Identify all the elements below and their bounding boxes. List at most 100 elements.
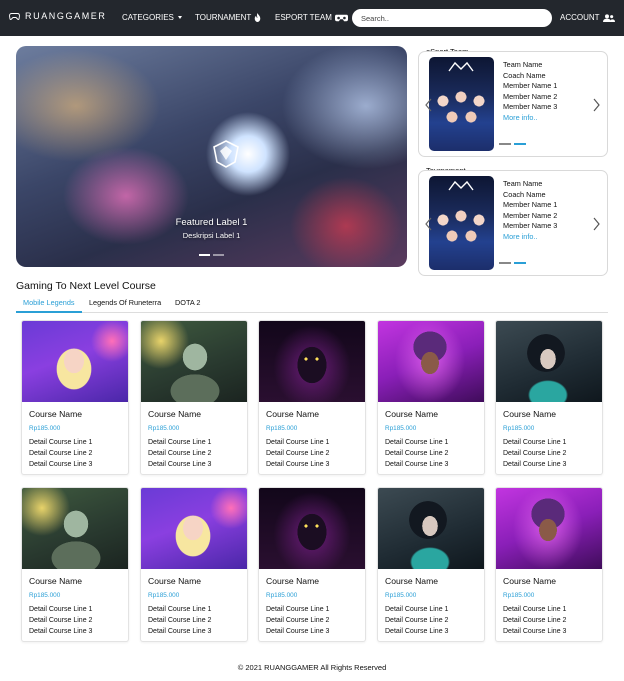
footer-copyright: © 2021 RUANGGAMER All Rights Reserved <box>237 663 387 672</box>
member-name: Member Name 3 <box>503 221 558 231</box>
course-price: Rp185.000 <box>29 592 61 599</box>
course-details: Detail Course Line 1 Detail Course Line 2… <box>266 605 329 637</box>
panel-indicator-1[interactable] <box>499 262 511 264</box>
panel-indicator-2[interactable] <box>514 262 526 264</box>
game-tabs: Mobile Legends Legends Of Runeterra DOTA… <box>16 295 608 313</box>
course-name[interactable]: Course Name <box>266 409 319 419</box>
course-price: Rp185.000 <box>29 425 61 432</box>
course-thumbnail[interactable] <box>259 321 365 402</box>
more-info-link[interactable]: More info.. <box>503 232 557 243</box>
course-detail-line: Detail Course Line 2 <box>29 616 93 624</box>
course-thumbnail[interactable] <box>496 321 602 402</box>
course-detail-line: Detail Course Line 2 <box>29 449 93 457</box>
course-detail-line: Detail Course Line 3 <box>266 627 330 635</box>
carousel-indicator-1[interactable] <box>199 254 210 256</box>
course-detail-line: Detail Course Line 1 <box>385 606 449 613</box>
member-name: Member Name 1 <box>503 200 558 210</box>
course-card[interactable]: Course Name Rp185.000 Detail Course Line 1… <box>21 320 129 475</box>
course-thumbnail[interactable] <box>22 488 128 569</box>
panel-indicator-1[interactable] <box>499 143 511 145</box>
course-name[interactable]: Course Name <box>503 576 556 586</box>
carousel-description: Deskripsi Label 1 <box>182 231 241 240</box>
nav-categories[interactable]: CATEGORIES <box>122 13 182 22</box>
chevron-down-icon <box>177 16 182 19</box>
esport-team-details: Team Name Coach Name Member Name 1 Membe… <box>503 60 557 124</box>
course-detail-line: Detail Course Line 2 <box>148 616 212 624</box>
course-detail-line: Detail Course Line 1 <box>503 439 567 446</box>
coach-name: Coach Name <box>503 70 546 80</box>
active-tab-indicator <box>16 311 82 313</box>
team-name: Team Name <box>503 179 543 188</box>
chevron-left-icon[interactable] <box>424 217 434 231</box>
panel-indicator-2[interactable] <box>514 143 526 145</box>
course-name[interactable]: Course Name <box>148 576 201 586</box>
course-card[interactable]: Course Name Rp185.000 Detail Course Line 1… <box>495 487 603 642</box>
course-card[interactable]: Course Name Rp185.000 Detail Course Line 1… <box>495 320 603 475</box>
course-thumbnail[interactable] <box>378 488 484 569</box>
tab-dota-2[interactable]: DOTA 2 <box>175 298 200 307</box>
nav-tournament-label: TOURNAMENT <box>195 13 252 22</box>
tab-legends-of-runeterra[interactable]: Legends Of Runeterra <box>89 298 161 307</box>
course-detail-line: Detail Course Line 1 <box>266 439 330 446</box>
nav-esport-team[interactable]: ESPORT TEAM <box>275 13 348 22</box>
course-price: Rp185.000 <box>385 592 417 599</box>
course-card[interactable]: Course Name Rp185.000 Detail Course Line 1… <box>258 487 366 642</box>
member-name: Member Name 1 <box>503 81 558 91</box>
course-card[interactable]: Course Name Rp185.000 Detail Course Line 1… <box>21 487 129 642</box>
esport-team-card[interactable]: Team Name Coach Name Member Name 1 Membe… <box>418 51 608 157</box>
brand-logo[interactable]: RUANGGAMER <box>9 11 107 21</box>
course-details: Detail Course Line 1 Detail Course Line 2… <box>503 438 566 470</box>
course-detail-line: Detail Course Line 1 <box>29 439 93 446</box>
course-thumbnail[interactable] <box>259 488 365 569</box>
course-thumbnail[interactable] <box>22 321 128 402</box>
chevron-right-icon[interactable] <box>591 98 601 112</box>
course-card[interactable]: Course Name Rp185.000 Detail Course Line 1… <box>258 320 366 475</box>
member-name: Member Name 3 <box>503 102 558 112</box>
chevron-left-icon[interactable] <box>424 98 434 112</box>
course-card[interactable]: Course Name Rp185.000 Detail Course Line 1… <box>140 320 248 475</box>
chevron-right-icon[interactable] <box>591 217 601 231</box>
course-thumbnail[interactable] <box>141 488 247 569</box>
member-name: Member Name 2 <box>503 210 558 220</box>
course-name[interactable]: Course Name <box>29 409 82 419</box>
tournament-card[interactable]: Team Name Coach Name Member Name 1 Membe… <box>418 170 608 276</box>
top-navbar: RUANGGAMER CATEGORIES TOURNAMENT ESPORT … <box>0 0 624 36</box>
course-details: Detail Course Line 1 Detail Course Line 2… <box>503 605 566 637</box>
nav-tournament[interactable]: TOURNAMENT <box>195 13 261 22</box>
tournament-team-photo <box>429 176 494 270</box>
more-info-link[interactable]: More info.. <box>503 113 557 124</box>
carousel-title: Featured Label 1 <box>175 217 248 228</box>
fire-icon <box>255 13 261 22</box>
course-details: Detail Course Line 1 Detail Course Line 2… <box>29 605 92 637</box>
course-section-title: Gaming To Next Level Course <box>16 280 156 292</box>
course-card[interactable]: Course Name Rp185.000 Detail Course Line 1… <box>377 320 485 475</box>
team-name: Team Name <box>503 60 543 69</box>
course-name[interactable]: Course Name <box>266 576 319 586</box>
course-thumbnail[interactable] <box>496 488 602 569</box>
course-card[interactable]: Course Name Rp185.000 Detail Course Line 1… <box>140 487 248 642</box>
course-name[interactable]: Course Name <box>503 409 556 419</box>
nav-account[interactable]: ACCOUNT <box>560 13 615 22</box>
course-detail-line: Detail Course Line 2 <box>503 616 567 624</box>
course-name[interactable]: Course Name <box>29 576 82 586</box>
team-crest-icon <box>213 140 239 168</box>
team-photo <box>429 57 494 151</box>
course-price: Rp185.000 <box>385 425 417 432</box>
course-price: Rp185.000 <box>503 592 535 599</box>
nav-categories-label: CATEGORIES <box>122 13 174 22</box>
panel-indicators <box>499 262 526 264</box>
tab-mobile-legends[interactable]: Mobile Legends <box>23 298 75 307</box>
carousel-indicator-2[interactable] <box>213 254 224 256</box>
course-thumbnail[interactable] <box>141 321 247 402</box>
course-detail-line: Detail Course Line 1 <box>385 439 449 446</box>
course-name[interactable]: Course Name <box>148 409 201 419</box>
course-thumbnail[interactable] <box>378 321 484 402</box>
course-name[interactable]: Course Name <box>385 409 438 419</box>
course-detail-line: Detail Course Line 3 <box>503 460 567 468</box>
course-card[interactable]: Course Name Rp185.000 Detail Course Line 1… <box>377 487 485 642</box>
course-name[interactable]: Course Name <box>385 576 438 586</box>
gamepad-icon <box>9 12 20 20</box>
course-detail-line: Detail Course Line 2 <box>503 449 567 457</box>
featured-carousel[interactable]: Featured Label 1 Deskripsi Label 1 <box>16 46 407 267</box>
search-input[interactable] <box>352 9 552 27</box>
